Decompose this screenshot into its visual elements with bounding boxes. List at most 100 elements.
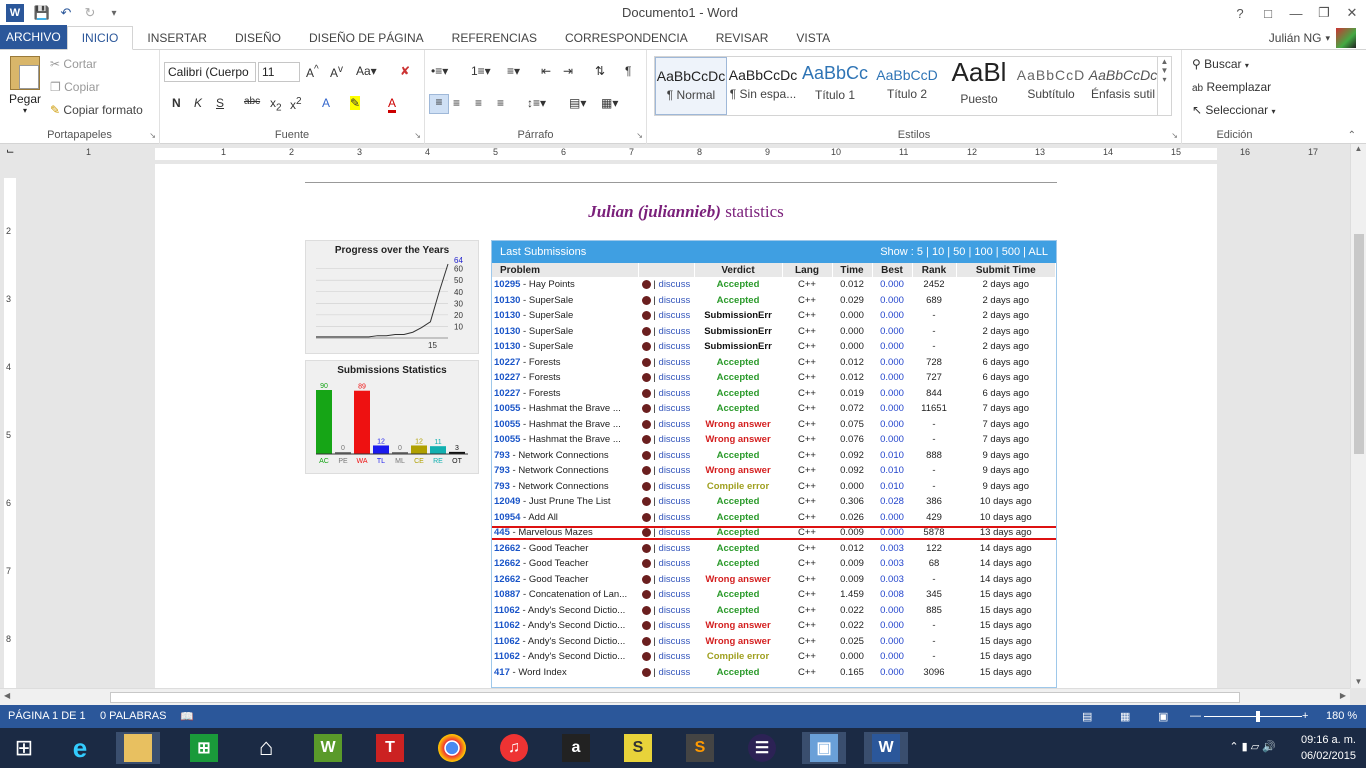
style-no-spacing[interactable]: AaBbCcDc ¶ Sin espa... <box>727 57 799 115</box>
scroll-right-icon[interactable]: ▶ <box>1340 691 1346 700</box>
discuss-link[interactable]: discuss <box>659 326 691 337</box>
print-layout-icon[interactable]: ▦ <box>1120 710 1130 723</box>
discuss-link[interactable]: discuss <box>659 434 691 445</box>
scroll-up-icon[interactable]: ▲ <box>1351 144 1366 153</box>
start-button[interactable]: ⊞ <box>2 732 46 764</box>
discuss-link[interactable]: discuss <box>659 372 691 383</box>
redo-icon[interactable]: ↻ <box>78 1 102 25</box>
justify-icon[interactable]: ≡ <box>497 96 504 110</box>
change-case-icon[interactable]: Aa▾ <box>356 64 377 78</box>
decrease-indent-icon[interactable]: ⇤ <box>541 64 551 78</box>
highlight-icon[interactable]: ✎ <box>350 96 361 110</box>
dialog-launcher-icon[interactable]: ↘ <box>414 131 421 140</box>
scroll-left-icon[interactable]: ◀ <box>4 691 10 700</box>
zoom-slider-thumb[interactable] <box>1256 711 1260 722</box>
discuss-link[interactable]: discuss <box>659 341 691 352</box>
scroll-down-icon[interactable]: ▼ <box>1351 677 1366 686</box>
discuss-link[interactable]: discuss <box>659 419 691 430</box>
sublime-taskbar-button[interactable]: S <box>678 732 722 764</box>
paste-button[interactable]: Pegar ▾ <box>6 56 44 115</box>
font-color-icon[interactable]: A <box>388 96 397 113</box>
ie-taskbar-button[interactable]: e <box>58 732 102 764</box>
problem-number-link[interactable]: 793 <box>494 450 510 461</box>
discuss-link[interactable]: discuss <box>659 388 691 399</box>
user-account[interactable]: Julián NG ▾ <box>1269 28 1356 48</box>
discuss-link[interactable]: discuss <box>659 357 691 368</box>
strikethrough-icon[interactable]: abc <box>244 96 260 107</box>
font-family-select[interactable]: Calibri (Cuerpo <box>164 62 256 82</box>
minimize-icon[interactable]: — <box>1282 6 1310 21</box>
home-taskbar-button[interactable]: ⌂ <box>244 732 288 764</box>
discuss-link[interactable]: discuss <box>659 543 691 554</box>
tab-diseno[interactable]: DISEÑO <box>221 27 295 49</box>
zoom-slider[interactable] <box>1204 716 1302 717</box>
bold-icon[interactable]: N <box>172 96 181 110</box>
tab-selector-icon[interactable]: ⌙ <box>6 146 14 157</box>
tab-referencias[interactable]: REFERENCIAS <box>438 27 551 49</box>
align-center-icon[interactable]: ≡ <box>453 96 460 110</box>
styles-scroll[interactable]: ▲ ▼ ▾ <box>1157 57 1171 115</box>
problem-number-link[interactable]: 10227 <box>494 357 520 368</box>
cut-button[interactable]: ✂ Cortar <box>50 57 97 71</box>
zoom-in-icon[interactable]: + <box>1302 710 1308 722</box>
ruler-track[interactable] <box>155 148 1217 160</box>
problem-number-link[interactable]: 11062 <box>494 605 520 616</box>
tray-icons[interactable]: ⌃ ▮ ▱ 🔊 <box>1229 740 1276 753</box>
ribbon-display-icon[interactable]: □ <box>1254 6 1282 21</box>
problem-number-link[interactable]: 10055 <box>494 403 520 414</box>
zoom-level[interactable]: 180 % <box>1326 710 1357 722</box>
discuss-link[interactable]: discuss <box>659 620 691 631</box>
problem-number-link[interactable]: 12049 <box>494 496 520 507</box>
clear-format-icon[interactable]: ✘ <box>400 64 410 78</box>
discuss-link[interactable]: discuss <box>659 667 691 678</box>
problem-number-link[interactable]: 793 <box>494 481 510 492</box>
vertical-scrollbar[interactable]: ▲ ▼ <box>1350 144 1366 688</box>
chrome-taskbar-button[interactable] <box>430 732 474 764</box>
discuss-link[interactable]: discuss <box>659 574 691 585</box>
underline-icon[interactable]: S <box>216 96 224 110</box>
font-size-select[interactable]: 11 <box>258 62 300 82</box>
t-app-taskbar-button[interactable]: T <box>368 732 412 764</box>
shading-icon[interactable]: ▤▾ <box>569 96 586 110</box>
scroll-thumb[interactable] <box>110 692 1240 703</box>
problem-number-link[interactable]: 11062 <box>494 620 520 631</box>
multilevel-list-icon[interactable]: ≡▾ <box>507 64 520 78</box>
discuss-link[interactable]: discuss <box>659 558 691 569</box>
discuss-link[interactable]: discuss <box>659 651 691 662</box>
tab-inicio[interactable]: INICIO <box>66 26 134 50</box>
virtualbox-taskbar-button[interactable]: ▣ <box>802 732 846 764</box>
style-heading-1[interactable]: AaBbCc Título 1 <box>799 57 871 115</box>
save-icon[interactable]: 💾 <box>30 1 54 25</box>
help-icon[interactable]: ? <box>1226 6 1254 21</box>
collapse-ribbon-icon[interactable]: ⌃ <box>1348 130 1356 141</box>
problem-number-link[interactable]: 10227 <box>494 372 520 383</box>
explorer-taskbar-button[interactable] <box>116 732 160 764</box>
customize-qa-icon[interactable]: ▾ <box>102 1 126 25</box>
style-heading-2[interactable]: AaBbCcD Título 2 <box>871 57 943 115</box>
problem-number-link[interactable]: 12662 <box>494 574 520 585</box>
problem-number-link[interactable]: 11062 <box>494 651 520 662</box>
style-subtitle[interactable]: AaBbCcD Subtítulo <box>1015 57 1087 115</box>
copy-button[interactable]: ❐ Copiar <box>50 80 99 94</box>
line-spacing-icon[interactable]: ↕≡▾ <box>527 96 546 110</box>
problem-number-link[interactable]: 12662 <box>494 543 520 554</box>
problem-number-link[interactable]: 10887 <box>494 589 520 600</box>
discuss-link[interactable]: discuss <box>659 465 691 476</box>
restore-icon[interactable]: ❐ <box>1310 5 1338 21</box>
problem-number-link[interactable]: 10954 <box>494 512 520 523</box>
zoom-out-icon[interactable]: — <box>1190 710 1201 722</box>
style-normal[interactable]: AaBbCcDc ¶ Normal <box>655 57 727 115</box>
discuss-link[interactable]: discuss <box>659 481 691 492</box>
dialog-launcher-icon[interactable]: ↘ <box>1171 131 1178 140</box>
problem-number-link[interactable]: 10055 <box>494 434 520 445</box>
tab-archivo[interactable]: ARCHIVO <box>0 25 67 49</box>
clock[interactable]: 09:16 a. m. 06/02/2015 <box>1301 732 1356 764</box>
amazon-taskbar-button[interactable]: a <box>554 732 598 764</box>
sort-icon[interactable]: ⇅ <box>595 64 605 78</box>
page-count[interactable]: PÁGINA 1 DE 1 <box>8 710 86 722</box>
dialog-launcher-icon[interactable]: ↘ <box>636 131 643 140</box>
scroll-thumb[interactable] <box>1354 234 1364 454</box>
problem-number-link[interactable]: 10295 <box>494 279 520 290</box>
discuss-link[interactable]: discuss <box>659 450 691 461</box>
document-page[interactable]: Julian (juliannieb) statistics Progress … <box>155 164 1217 688</box>
